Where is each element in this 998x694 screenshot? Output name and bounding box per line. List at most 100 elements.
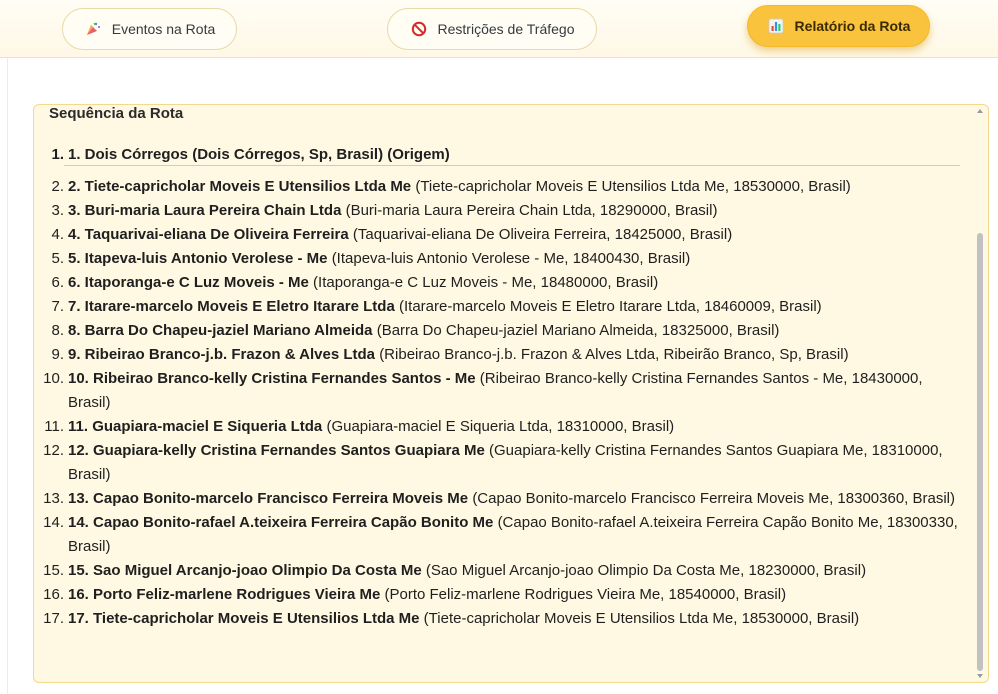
scroll-down-arrow[interactable] (977, 674, 983, 678)
list-item: 15. 15. Sao Miguel Arcanjo-joao Olimpio D… (34, 559, 974, 583)
stop-text: 6. Itaporanga-e C Luz Moveis - Me (Itapo… (64, 271, 962, 295)
bar-chart-icon (767, 17, 785, 35)
stop-detail: (Guapiara-maciel E Siqueria Ltda, 183100… (326, 418, 675, 435)
list-item: 10. 10. Ribeirao Branco-kelly Cristina Fe… (34, 367, 974, 415)
stop-detail: (Porto Feliz-marlene Rodrigues Vieira Me… (384, 586, 787, 603)
route-list: 1. 1. Dois Córregos (Dois Córregos, Sp, … (34, 143, 974, 631)
list-item: 6. 6. Itaporanga-e C Luz Moveis - Me (Ita… (34, 271, 974, 295)
list-number: 10. (43, 370, 64, 387)
sidebar-divider (7, 58, 8, 694)
list-number: 9. (51, 346, 64, 363)
stop-detail: (Capao Bonito-marcelo Francisco Ferreira… (472, 490, 956, 507)
stop-text: 2. Tiete-capricholar Moveis E Utensilios… (64, 175, 962, 199)
stop-detail: (Itaporanga-e C Luz Moveis - Me, 1848000… (313, 274, 659, 291)
list-number: 6. (51, 274, 64, 291)
tab-relatorio-da-rota[interactable]: Relatório da Rota (747, 5, 930, 47)
tab-label: Relatório da Rota (794, 18, 911, 34)
list-item: 16. 16. Porto Feliz-marlene Rodrigues Vie… (34, 583, 974, 607)
stop-name: 7. Itarare-marcelo Moveis E Eletro Itara… (68, 298, 395, 315)
stop-detail: (Itarare-marcelo Moveis E Eletro Itarare… (398, 298, 822, 315)
list-item: 13. 13. Capao Bonito-marcelo Francisco Fe… (34, 487, 974, 511)
stop-name: 15. Sao Miguel Arcanjo-joao Olimpio Da C… (68, 562, 422, 579)
list-item: 8. 8. Barra Do Chapeu-jaziel Mariano Alme… (34, 319, 974, 343)
stop-text: 10. Ribeirao Branco-kelly Cristina Ferna… (64, 367, 962, 415)
route-stops: 2. 2. Tiete-capricholar Moveis E Utensili… (34, 175, 974, 631)
list-item: 2. 2. Tiete-capricholar Moveis E Utensili… (34, 175, 974, 199)
stop-text: 5. Itapeva-luis Antonio Verolese - Me (I… (64, 247, 962, 271)
list-number: 16. (43, 586, 64, 603)
stop-name: 13. Capao Bonito-marcelo Francisco Ferre… (68, 490, 469, 507)
stop-name: 6. Itaporanga-e C Luz Moveis - Me (68, 274, 309, 291)
list-number: 3. (51, 202, 64, 219)
stop-name: 12. Guapiara-kelly Cristina Fernandes Sa… (68, 442, 485, 459)
list-item: 17. 17. Tiete-capricholar Moveis E Utensi… (34, 607, 974, 631)
list-number: 15. (43, 562, 64, 579)
stop-name: 16. Porto Feliz-marlene Rodrigues Vieira… (68, 586, 381, 603)
stop-text: 13. Capao Bonito-marcelo Francisco Ferre… (64, 487, 962, 511)
stop-detail: (Taquarivai-eliana De Oliveira Ferreira,… (352, 226, 733, 243)
list-item: 12. 12. Guapiara-kelly Cristina Fernandes… (34, 439, 974, 487)
scrollbar[interactable] (976, 105, 984, 682)
list-number: 11. (44, 418, 64, 435)
list-item: 14. 14. Capao Bonito-rafael A.teixeira Fe… (34, 511, 974, 559)
stop-text: 16. Porto Feliz-marlene Rodrigues Vieira… (64, 583, 962, 607)
stop-text: 14. Capao Bonito-rafael A.teixeira Ferre… (64, 511, 962, 559)
list-number: 14. (43, 514, 64, 531)
stop-name: 17. Tiete-capricholar Moveis E Utensilio… (68, 610, 420, 627)
stop-name: 4. Taquarivai-eliana De Oliveira Ferreir… (68, 226, 349, 243)
list-item: 5. 5. Itapeva-luis Antonio Verolese - Me … (34, 247, 974, 271)
stop-name: 11. Guapiara-maciel E Siqueria Ltda (68, 418, 323, 435)
panel-title: Sequência da Rota (49, 105, 184, 122)
list-number: 1. (51, 146, 64, 163)
stop-name: 3. Buri-maria Laura Pereira Chain Ltda (68, 202, 342, 219)
party-popper-icon (84, 20, 102, 38)
stop-detail: (Tiete-capricholar Moveis E Utensilios L… (415, 178, 851, 195)
list-item: 4. 4. Taquarivai-eliana De Oliveira Ferre… (34, 223, 974, 247)
stop-name: 8. Barra Do Chapeu-jaziel Mariano Almeid… (68, 322, 373, 339)
list-number: 7. (51, 298, 64, 315)
scroll-up-arrow[interactable] (977, 109, 983, 113)
stop-name: 5. Itapeva-luis Antonio Verolese - Me (68, 250, 328, 267)
stop-text: 8. Barra Do Chapeu-jaziel Mariano Almeid… (64, 319, 962, 343)
stop-detail: (Itapeva-luis Antonio Verolese - Me, 184… (331, 250, 691, 267)
no-entry-icon (410, 20, 428, 38)
stop-name: 10. Ribeirao Branco-kelly Cristina Ferna… (68, 370, 476, 387)
stop-detail: (Barra Do Chapeu-jaziel Mariano Almeida,… (376, 322, 780, 339)
stop-name: 14. Capao Bonito-rafael A.teixeira Ferre… (68, 514, 494, 531)
tab-label: Eventos na Rota (111, 21, 216, 37)
stop-name: 2. Tiete-capricholar Moveis E Utensilios… (68, 178, 412, 195)
route-sequence-panel[interactable]: Sequência da Rota 1. 1. Dois Córregos (D… (33, 104, 989, 683)
list-item: 7. 7. Itarare-marcelo Moveis E Eletro Ita… (34, 295, 974, 319)
stop-text: 4. Taquarivai-eliana De Oliveira Ferreir… (64, 223, 962, 247)
stop-text: 12. Guapiara-kelly Cristina Fernandes Sa… (64, 439, 962, 487)
tab-restricoes-de-trafego[interactable]: Restrições de Tráfego (387, 8, 597, 50)
list-number: 13. (43, 490, 64, 507)
list-item: 9. 9. Ribeirao Branco-j.b. Frazon & Alves… (34, 343, 974, 367)
origin-label: 1. Dois Córregos (Dois Córregos, Sp, Bra… (68, 146, 450, 163)
list-item: 3. 3. Buri-maria Laura Pereira Chain Ltda… (34, 199, 974, 223)
list-number: 2. (51, 178, 64, 195)
tab-label: Restrições de Tráfego (437, 21, 575, 37)
stop-detail: (Ribeirao Branco-j.b. Frazon & Alves Ltd… (379, 346, 849, 363)
stop-text: 3. Buri-maria Laura Pereira Chain Ltda (… (64, 199, 962, 223)
stop-text: 11. Guapiara-maciel E Siqueria Ltda (Gua… (64, 415, 962, 439)
stop-detail: (Sao Miguel Arcanjo-joao Olimpio Da Cost… (425, 562, 867, 579)
stop-name: 9. Ribeirao Branco-j.b. Frazon & Alves L… (68, 346, 376, 363)
list-item: 11. 11. Guapiara-maciel E Siqueria Ltda (… (34, 415, 974, 439)
list-number: 5. (51, 250, 64, 267)
stop-text: 9. Ribeirao Branco-j.b. Frazon & Alves L… (64, 343, 962, 367)
origin-divider (64, 165, 960, 166)
route-origin: 1. 1. Dois Córregos (Dois Córregos, Sp, … (34, 143, 974, 167)
list-number: 4. (51, 226, 64, 243)
top-toolbar: Eventos na Rota Restrições de Tráfego Re… (0, 0, 998, 58)
list-number: 8. (51, 322, 64, 339)
scroll-thumb[interactable] (977, 233, 983, 671)
stop-text: 17. Tiete-capricholar Moveis E Utensilio… (64, 607, 962, 631)
stop-detail: (Tiete-capricholar Moveis E Utensilios L… (423, 610, 860, 627)
stop-text: 7. Itarare-marcelo Moveis E Eletro Itara… (64, 295, 962, 319)
list-number: 12. (43, 442, 64, 459)
stop-text: 15. Sao Miguel Arcanjo-joao Olimpio Da C… (64, 559, 962, 583)
list-number: 17. (43, 610, 64, 627)
tab-eventos-na-rota[interactable]: Eventos na Rota (62, 8, 237, 50)
stop-detail: (Buri-maria Laura Pereira Chain Ltda, 18… (345, 202, 718, 219)
